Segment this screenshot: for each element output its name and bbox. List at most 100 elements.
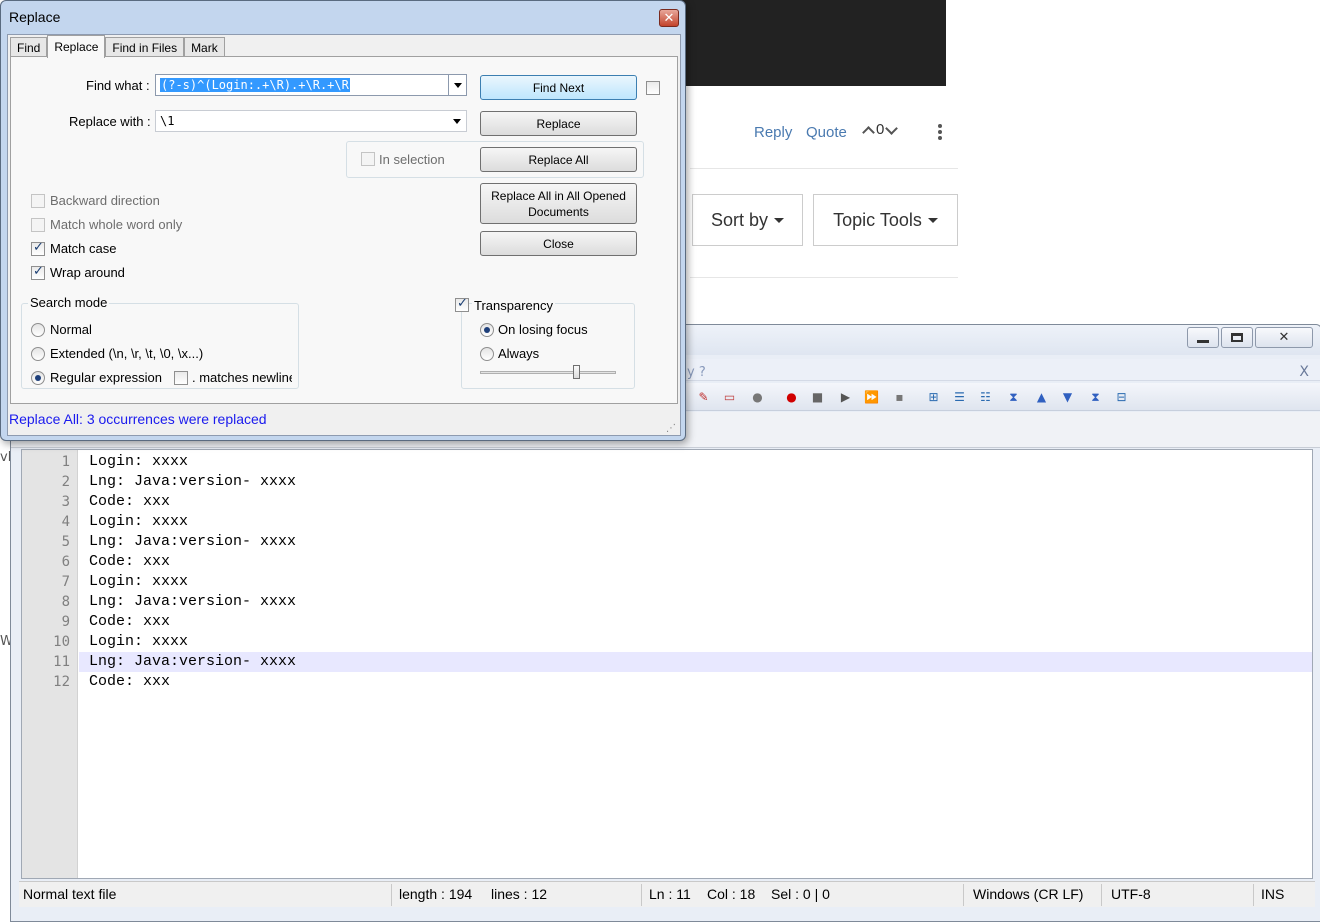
move-down-icon[interactable]: ▼ bbox=[1059, 389, 1076, 405]
expand-icon[interactable]: ⧗ bbox=[1087, 389, 1104, 405]
code-line[interactable]: Login: xxxx bbox=[79, 512, 1312, 532]
always-radio[interactable] bbox=[480, 347, 494, 361]
find-next-option-checkbox[interactable] bbox=[646, 81, 660, 95]
menu-item-fragment[interactable]: y ? bbox=[687, 365, 706, 380]
on-losing-focus-label: On losing focus bbox=[498, 322, 588, 337]
code-line[interactable]: Lng: Java:version- xxxx bbox=[79, 652, 1312, 672]
maximize-button[interactable] bbox=[1221, 327, 1253, 348]
topic-tools-button[interactable]: Topic Tools bbox=[813, 194, 958, 246]
code-line[interactable]: Login: xxxx bbox=[79, 572, 1312, 592]
status-sel: Sel : 0 | 0 bbox=[771, 886, 830, 902]
replace-dialog: Replace ✕ Find Replace Find in Files Mar… bbox=[0, 0, 686, 441]
line-number: 11 bbox=[53, 654, 70, 670]
transparency-slider-thumb[interactable] bbox=[573, 365, 580, 379]
dialog-title: Replace bbox=[9, 9, 61, 25]
camera-icon[interactable]: ● bbox=[749, 389, 766, 405]
status-length: length : 194 bbox=[399, 886, 473, 902]
panel-icon[interactable]: ⊟ bbox=[1113, 389, 1130, 405]
record-macro-icon[interactable]: ● bbox=[783, 389, 800, 405]
playback-macro-icon[interactable]: ▶ bbox=[837, 389, 854, 405]
code-line[interactable]: Code: xxx bbox=[79, 552, 1312, 572]
code-line[interactable]: Lng: Java:version- xxxx bbox=[79, 472, 1312, 492]
quote-link[interactable]: Quote bbox=[806, 124, 847, 141]
replace-all-opened-button[interactable]: Replace All in All Opened Documents bbox=[480, 183, 637, 224]
on-losing-focus-radio[interactable] bbox=[480, 323, 494, 337]
list-alt-icon[interactable]: ☷ bbox=[977, 389, 994, 405]
macro-play-icon[interactable]: ✎ bbox=[695, 389, 712, 405]
tab-find-in-files[interactable]: Find in Files bbox=[105, 37, 185, 57]
match-case-checkbox[interactable] bbox=[31, 240, 45, 256]
line-number: 9 bbox=[61, 614, 70, 630]
dropdown-arrow-icon[interactable] bbox=[448, 75, 466, 95]
backward-direction-checkbox[interactable] bbox=[31, 194, 45, 208]
always-label: Always bbox=[498, 346, 540, 361]
sort-by-label: Sort by bbox=[710, 209, 769, 230]
text-editor[interactable]: 1 2 3 4 5 6 7 8 9 10 11 12 Login: xxxx Lng: Java:ver… bbox=[21, 449, 1313, 879]
replace-all-button[interactable]: Replace All bbox=[480, 147, 637, 172]
line-number: 1 bbox=[61, 454, 70, 470]
minimize-icon bbox=[1197, 340, 1209, 343]
find-next-button[interactable]: Find Next bbox=[480, 75, 637, 100]
dialog-close-button[interactable]: ✕ bbox=[659, 9, 679, 27]
move-up-icon[interactable]: ▲ bbox=[1033, 389, 1050, 405]
replace-with-value: \1 bbox=[160, 114, 175, 128]
tab-find[interactable]: Find bbox=[10, 37, 48, 57]
more-options-icon[interactable] bbox=[938, 124, 942, 142]
line-number: 5 bbox=[61, 534, 70, 550]
replace-button[interactable]: Replace bbox=[480, 111, 637, 136]
collapse-icon[interactable]: ⧗ bbox=[1005, 389, 1022, 405]
extended-label: Extended (\n, \r, \t, \0, \x...) bbox=[50, 346, 204, 361]
tab-replace[interactable]: Replace bbox=[47, 35, 106, 58]
code-line[interactable]: Login: xxxx bbox=[79, 632, 1312, 652]
status-ln: Ln : 11 bbox=[649, 886, 691, 902]
tab-mark[interactable]: Mark bbox=[184, 37, 225, 57]
code-line[interactable]: Code: xxx bbox=[79, 672, 1312, 692]
upvote-icon[interactable] bbox=[862, 125, 875, 139]
window-close-button[interactable]: ✕ bbox=[1255, 327, 1313, 348]
line-number: 10 bbox=[53, 634, 70, 650]
wrap-around-checkbox[interactable] bbox=[31, 264, 45, 280]
save-macro-icon[interactable]: ▪ bbox=[891, 389, 908, 405]
code-line[interactable]: Lng: Java:version- xxxx bbox=[79, 532, 1312, 552]
code-line[interactable]: Lng: Java:version- xxxx bbox=[79, 592, 1312, 612]
folder-icon[interactable]: ▭ bbox=[721, 389, 738, 405]
transparency-checkbox[interactable] bbox=[455, 296, 469, 312]
web-divider bbox=[690, 168, 958, 169]
status-file-type: Normal text file bbox=[23, 886, 117, 902]
minimize-button[interactable] bbox=[1187, 327, 1219, 348]
code-line[interactable]: Login: xxxx bbox=[79, 452, 1312, 472]
run-macro-multiple-icon[interactable]: ⏩ bbox=[863, 389, 880, 405]
normal-radio[interactable] bbox=[31, 323, 45, 337]
stop-macro-icon[interactable]: ■ bbox=[809, 389, 826, 405]
matches-newline-checkbox[interactable] bbox=[174, 371, 188, 385]
dropdown-arrow-icon[interactable] bbox=[448, 111, 466, 131]
dialog-tab-row: Find Replace Find in Files Mark bbox=[10, 35, 225, 58]
transparency-slider-track[interactable] bbox=[480, 371, 616, 374]
wrap-around-label: Wrap around bbox=[50, 265, 125, 280]
in-selection-checkbox[interactable] bbox=[361, 152, 375, 166]
close-document-icon[interactable]: X bbox=[1299, 364, 1309, 380]
line-number: 6 bbox=[61, 554, 70, 570]
sort-by-button[interactable]: Sort by bbox=[692, 194, 803, 246]
close-icon: ✕ bbox=[1278, 330, 1290, 345]
vote-widget: 0 bbox=[862, 121, 899, 139]
code-line[interactable]: Code: xxx bbox=[79, 492, 1312, 512]
match-whole-word-checkbox[interactable] bbox=[31, 218, 45, 232]
reply-link[interactable]: Reply bbox=[754, 124, 792, 141]
replace-with-label: Replace with : bbox=[69, 114, 151, 129]
extended-radio[interactable] bbox=[31, 347, 45, 361]
web-divider bbox=[690, 277, 958, 278]
resize-grip-icon[interactable]: ⋰ bbox=[666, 423, 676, 434]
downvote-icon[interactable] bbox=[885, 121, 899, 135]
insert-line-icon[interactable]: ⊞ bbox=[925, 389, 942, 405]
line-number-gutter: 1 2 3 4 5 6 7 8 9 10 11 12 bbox=[22, 450, 78, 878]
find-what-combo[interactable]: (?-s)^(Login:.+\R).+\R.+\R bbox=[155, 74, 467, 96]
regular-expression-radio[interactable] bbox=[31, 371, 45, 385]
close-button[interactable]: Close bbox=[480, 231, 637, 256]
line-number: 4 bbox=[61, 514, 70, 530]
list-icon[interactable]: ☰ bbox=[951, 389, 968, 405]
replace-with-combo[interactable]: \1 bbox=[155, 110, 467, 132]
caret-down-icon bbox=[774, 217, 785, 223]
code-line[interactable]: Code: xxx bbox=[79, 612, 1312, 632]
transparency-title: Transparency bbox=[472, 298, 555, 313]
